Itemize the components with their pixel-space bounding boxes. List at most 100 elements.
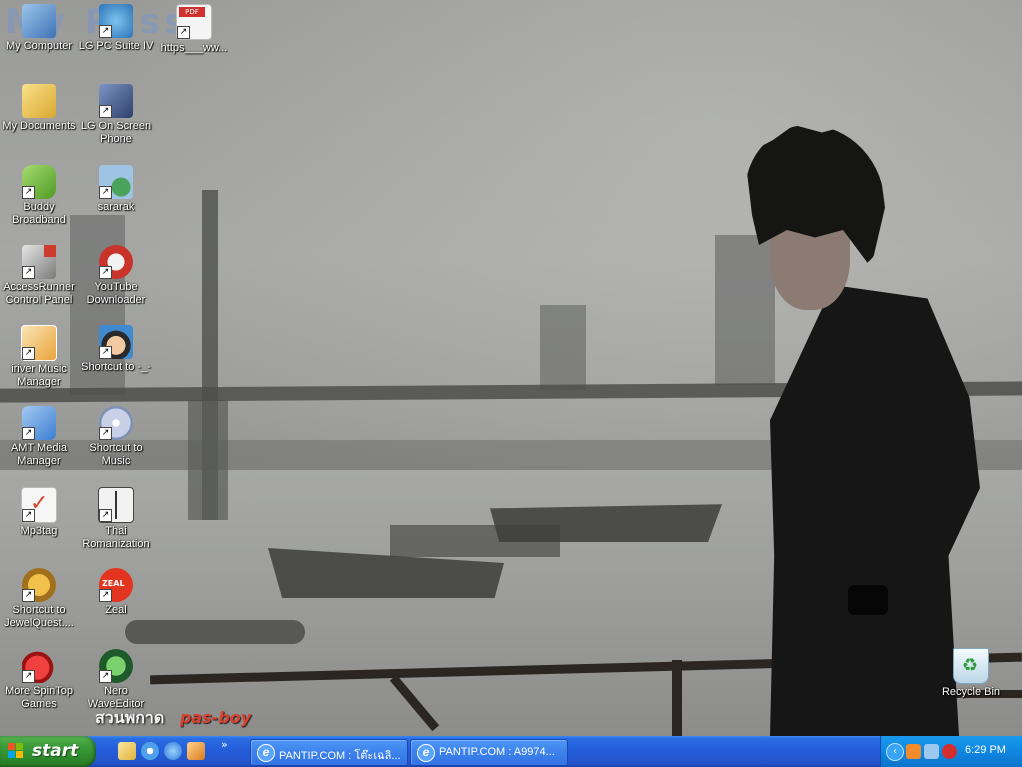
book-icon: ↗	[98, 487, 134, 523]
desktop-icon-recycle-bin[interactable]: ♻ Recycle Bin	[932, 648, 1010, 699]
desktop-icon-buddy-broadband[interactable]: ↗ Buddy Broadband	[0, 165, 78, 227]
desktop-icon-lg-pc-suite[interactable]: ↗ LG PC Suite IV	[77, 4, 155, 53]
tray-security-icon[interactable]	[942, 744, 957, 759]
internet-explorer-icon[interactable]	[164, 742, 182, 760]
cd-disc-icon: ↗	[99, 406, 133, 440]
shortcut-arrow-icon: ↗	[99, 105, 112, 118]
desktop-icon-accessrunner[interactable]: ↗ AccessRunner Control Panel	[0, 245, 78, 307]
shortcut-arrow-icon: ↗	[22, 186, 35, 199]
wallpaper-building	[540, 305, 586, 390]
taskbar-window-pantip-2[interactable]: e PANTIP.COM : A9974...	[410, 739, 568, 766]
desktop-icon-sararak[interactable]: ↗ sararak	[77, 165, 155, 214]
windows-logo-icon	[8, 743, 24, 759]
wallpaper-railing	[672, 660, 682, 736]
taskbar-window-title: PANTIP.COM : โต๊ะเฉลิ...	[279, 750, 401, 762]
shortcut-arrow-icon: ↗	[99, 186, 112, 199]
icon-label: Shortcut to -_-	[81, 361, 151, 373]
accessrunner-icon: ↗	[22, 245, 56, 279]
wallpaper-bridge-base	[188, 400, 228, 520]
shortcut-arrow-icon: ↗	[22, 589, 35, 602]
shortcut-arrow-icon: ↗	[99, 670, 112, 683]
desktop-icon-mp3tag[interactable]: ✓ ↗ Mp3tag	[0, 487, 78, 538]
icon-label: My Documents	[2, 120, 76, 132]
internet-explorer-icon: e	[257, 744, 275, 762]
windows-media-icon[interactable]	[141, 742, 159, 760]
desktop-icon-zeal[interactable]: ZEAL ↗ Zeal	[77, 568, 155, 617]
icon-label: AMT Media Manager	[10, 442, 68, 467]
icon-label: Shortcut to JewelQuest....	[4, 604, 74, 629]
signature-name: pas-boy	[179, 708, 252, 727]
iriver-icon: ↗	[21, 325, 57, 361]
desktop-icon-iriver-music-manager[interactable]: ↗ iriver Music Manager	[0, 325, 78, 389]
taskbar-window-title: PANTIP.COM : A9974...	[439, 746, 555, 758]
shortcut-arrow-icon: ↗	[99, 509, 112, 522]
recycle-bin-icon: ♻	[953, 648, 989, 684]
jewel-mask-icon: ↗	[22, 568, 56, 602]
shortcut-arrow-icon: ↗	[177, 26, 190, 39]
system-tray: ‹ 6:29 PM	[880, 736, 1022, 767]
desktop-icon-pdf[interactable]: PDF ↗ https___ww...	[155, 4, 233, 55]
pdf-icon: PDF ↗	[176, 4, 212, 40]
start-label: start	[32, 741, 79, 761]
shortcut-arrow-icon: ↗	[22, 347, 35, 360]
computer-icon	[22, 4, 56, 38]
icon-label: My Computer	[5, 40, 73, 52]
desktop[interactable]: My Pass สวนพกาด pas-boy My Computer ↗ LG…	[0, 0, 1022, 736]
wallpaper-wristband	[848, 585, 888, 615]
zeal-icon: ZEAL ↗	[99, 568, 133, 602]
internet-explorer-icon: e	[417, 744, 435, 762]
music-note-icon: ↗	[22, 406, 56, 440]
icon-label: AccessRunner Control Panel	[3, 281, 75, 306]
shortcut-arrow-icon: ↗	[99, 25, 112, 38]
tray-expand-chevron-icon[interactable]: ‹	[886, 743, 904, 761]
icon-label: LG PC Suite IV	[78, 40, 154, 52]
icon-label: Recycle Bin	[941, 686, 1001, 698]
lg-pc-suite-icon: ↗	[99, 4, 133, 38]
buddy-broadband-icon: ↗	[22, 165, 56, 199]
icon-label: More SpinTop Games	[5, 685, 73, 710]
icon-label: sararak	[97, 201, 135, 213]
wallpaper-barge	[125, 620, 305, 644]
icon-label: Nero WaveEditor	[87, 685, 145, 710]
youtube-downloader-icon: ↗	[99, 245, 133, 279]
spintop-apple-icon: ↗	[22, 649, 56, 683]
wallpaper-ship	[390, 525, 560, 557]
tray-clock[interactable]: 6:29 PM	[965, 744, 1006, 756]
icon-label: https___ww...	[160, 42, 228, 54]
desktop-icon-my-documents[interactable]: My Documents	[0, 84, 78, 133]
desktop-icon-shortcut-face[interactable]: ↗ Shortcut to -_-	[77, 325, 155, 374]
taskbar: start » e PANTIP.COM : โต๊ะเฉลิ... e PAN…	[0, 736, 1022, 767]
folder-icon	[22, 84, 56, 118]
desktop-icon-amt-media-manager[interactable]: ↗ AMT Media Manager	[0, 406, 78, 468]
desktop-icon-lg-on-screen-phone[interactable]: ↗ LG On Screen Phone	[77, 84, 155, 146]
start-button[interactable]: start	[0, 736, 96, 767]
checkmark-icon: ✓ ↗	[21, 487, 57, 523]
icon-label: Shortcut to Music	[89, 442, 143, 467]
icon-label: YouTube Downloader	[86, 281, 146, 306]
desktop-icon-shortcut-music[interactable]: ↗ Shortcut to Music	[77, 406, 155, 468]
desktop-icon-spintop-games[interactable]: ↗ More SpinTop Games	[0, 649, 78, 711]
icon-label: Zeal	[105, 604, 127, 616]
wallpaper-building	[715, 235, 775, 385]
desktop-icon-jewelquest[interactable]: ↗ Shortcut to JewelQuest....	[0, 568, 78, 630]
outlook-express-icon[interactable]	[187, 742, 205, 760]
icon-label: iriver Music Manager	[11, 363, 67, 388]
desktop-icon-youtube-downloader[interactable]: ↗ YouTube Downloader	[77, 245, 155, 307]
shortcut-arrow-icon: ↗	[99, 266, 112, 279]
shortcut-arrow-icon: ↗	[22, 266, 35, 279]
icon-label: Thai Romanization	[82, 525, 150, 550]
taskbar-window-pantip-1[interactable]: e PANTIP.COM : โต๊ะเฉลิ...	[250, 739, 408, 766]
waveform-icon: ↗	[99, 649, 133, 683]
globe-icon: ↗	[99, 165, 133, 199]
desktop-icon-thai-romanization[interactable]: ↗ Thai Romanization	[77, 487, 155, 551]
shortcut-arrow-icon: ↗	[22, 509, 35, 522]
desktop-icon-nero-waveeditor[interactable]: ↗ Nero WaveEditor	[77, 649, 155, 711]
phone-icon: ↗	[99, 84, 133, 118]
tray-network-icon[interactable]	[924, 744, 939, 759]
quick-launch-more-chevron-icon[interactable]: »	[221, 738, 228, 751]
icon-label: LG On Screen Phone	[80, 120, 152, 145]
tray-app-icon-1[interactable]	[906, 744, 921, 759]
show-desktop-icon[interactable]	[118, 742, 136, 760]
desktop-icon-my-computer[interactable]: My Computer	[0, 4, 78, 53]
icon-label: Mp3tag	[20, 525, 58, 537]
